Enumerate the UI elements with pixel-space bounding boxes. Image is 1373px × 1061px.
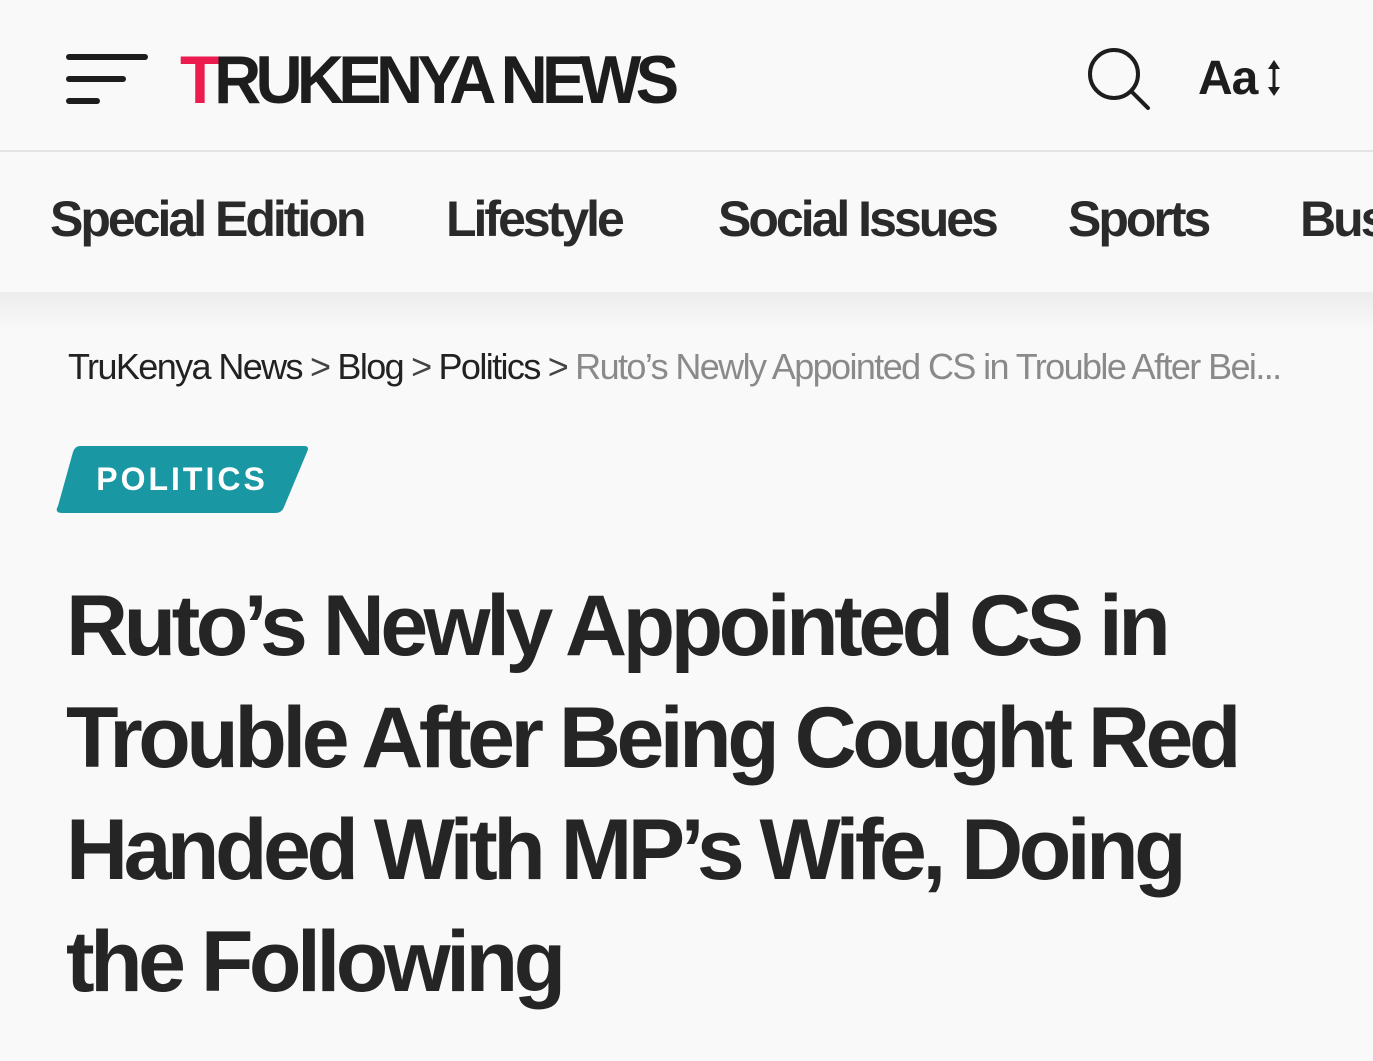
- site-logo[interactable]: T RUKENYA NEWS: [180, 40, 679, 120]
- breadcrumb: TruKenya News > Blog > Politics > Ruto’s Newly…: [68, 346, 1308, 388]
- nav-item-social-issues[interactable]: Social Issues: [718, 192, 999, 247]
- font-size-toggle-button[interactable]: Aa: [1198, 48, 1281, 108]
- breadcrumb-separator: >: [547, 346, 569, 387]
- resize-arrows-icon: [1268, 60, 1281, 96]
- breadcrumb-current-page: Ruto’s Newly Appointed CS in Trouble Aft…: [575, 346, 1282, 387]
- logo-text: RUKENYA NEWS: [214, 42, 679, 118]
- breadcrumb-home-link[interactable]: TruKenya News: [68, 346, 304, 387]
- nav-item-lifestyle[interactable]: Lifestyle: [446, 192, 625, 247]
- breadcrumb-politics-link[interactable]: Politics: [439, 346, 542, 387]
- breadcrumb-separator: >: [309, 346, 331, 387]
- nav-item-special-edition[interactable]: Special Edition: [50, 192, 366, 247]
- nav-item-business[interactable]: Bus: [1300, 192, 1373, 247]
- breadcrumb-blog-link[interactable]: Blog: [337, 346, 404, 387]
- category-nav: Special Edition Lifestyle Social Issues …: [0, 152, 1373, 292]
- breadcrumb-separator: >: [411, 346, 432, 387]
- category-badge[interactable]: POLITICS: [56, 446, 308, 513]
- site-header: T RUKENYA NEWS Aa: [0, 0, 1373, 152]
- nav-shadow: [0, 292, 1373, 332]
- font-size-label: Aa: [1198, 51, 1258, 105]
- article-title: Ruto’s Newly Appointed CS in Trouble Aft…: [66, 578, 1241, 1010]
- logo-accent-letter: T: [180, 42, 220, 118]
- search-icon[interactable]: [1086, 46, 1152, 112]
- category-badge-label: POLITICS: [96, 461, 268, 497]
- hamburger-menu-icon[interactable]: [66, 52, 150, 112]
- page: T RUKENYA NEWS Aa Special Edition Lifesty…: [0, 0, 1373, 1061]
- nav-item-sports[interactable]: Sports: [1068, 192, 1211, 247]
